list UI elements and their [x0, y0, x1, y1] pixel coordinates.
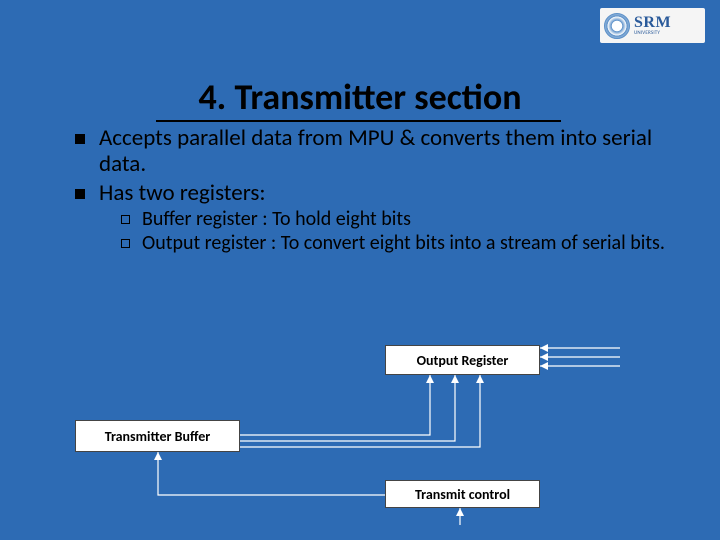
bullet-item: Accepts parallel data from MPU & convert…	[75, 125, 665, 178]
hollow-square-bullet-icon	[121, 239, 130, 248]
box-label: Output Register	[417, 352, 509, 369]
sub-bullet-item: Buffer register : To hold eight bits	[121, 208, 665, 231]
transmit-control-box: Transmit control	[385, 480, 540, 508]
title-underline	[156, 120, 561, 122]
block-diagram: Output Register Transmitter Buffer Trans…	[0, 335, 720, 540]
transmitter-buffer-box: Transmitter Buffer	[75, 420, 240, 452]
bullet-item: Has two registers:	[75, 180, 665, 206]
sub-bullet-text: Output register : To convert eight bits …	[142, 232, 665, 255]
bullet-text: Accepts parallel data from MPU & convert…	[99, 125, 665, 178]
hollow-square-bullet-icon	[121, 215, 130, 224]
square-bullet-icon	[75, 189, 85, 199]
slide-title: 4. Transmitter section	[0, 75, 720, 119]
logo-seal-icon	[604, 13, 630, 39]
srm-logo: SRM UNIVERSITY	[600, 8, 705, 43]
square-bullet-icon	[75, 134, 85, 144]
box-label: Transmitter Buffer	[105, 428, 210, 445]
output-register-box: Output Register	[385, 345, 540, 375]
bullet-text: Has two registers:	[99, 180, 265, 206]
sub-bullet-text: Buffer register : To hold eight bits	[142, 208, 411, 231]
logo-subtext: UNIVERSITY	[634, 31, 671, 36]
content-area: Accepts parallel data from MPU & convert…	[75, 125, 665, 256]
box-label: Transmit control	[415, 486, 510, 503]
logo-text: SRM	[634, 15, 671, 31]
sub-bullet-item: Output register : To convert eight bits …	[121, 232, 665, 255]
